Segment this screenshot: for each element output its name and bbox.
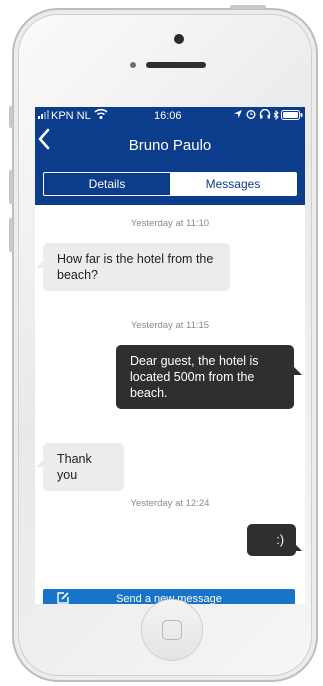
earpiece-speaker (146, 62, 206, 68)
front-camera (174, 34, 184, 44)
outgoing-message: :) (247, 524, 296, 556)
incoming-message: Thank you (43, 443, 124, 491)
bubble-tail (294, 367, 302, 375)
status-bar: KPN NL 16:06 (35, 107, 305, 125)
proximity-sensor (130, 62, 136, 68)
tab-details[interactable]: Details (44, 173, 170, 195)
outgoing-message: Dear guest, the hotel is located 500m fr… (116, 345, 294, 409)
battery-icon (281, 110, 303, 123)
power-button (230, 5, 266, 9)
carrier-label: KPN NL (51, 110, 91, 122)
app-screen: KPN NL 16:06 Bruno Paulo Details Message… (35, 107, 305, 604)
incoming-message: How far is the hotel from the beach? (43, 243, 230, 291)
clock-time: 16:06 (154, 110, 182, 122)
wifi-icon (94, 108, 108, 123)
tab-messages[interactable]: Messages (170, 173, 296, 195)
segmented-control: Details Messages (43, 172, 297, 196)
message-timestamp: Yesterday at 11:15 (130, 320, 210, 331)
message-timestamp: Yesterday at 11:10 (130, 218, 210, 229)
message-timestamp: Yesterday at 12:24 (130, 498, 210, 509)
home-button[interactable] (141, 599, 203, 661)
home-square-icon (162, 620, 182, 640)
conversation-title: Bruno Paulo (128, 137, 212, 154)
volume-up-button (9, 170, 13, 204)
mute-switch (9, 106, 13, 128)
tab-bar: Details Messages (35, 172, 305, 205)
headphones-icon (259, 108, 271, 122)
signal-icon (38, 110, 50, 122)
volume-down-button (9, 218, 13, 252)
bluetooth-icon (273, 109, 279, 123)
location-icon (233, 109, 243, 122)
alarm-icon (246, 109, 256, 122)
nav-bar: Bruno Paulo (35, 125, 305, 172)
bubble-tail (294, 543, 302, 551)
